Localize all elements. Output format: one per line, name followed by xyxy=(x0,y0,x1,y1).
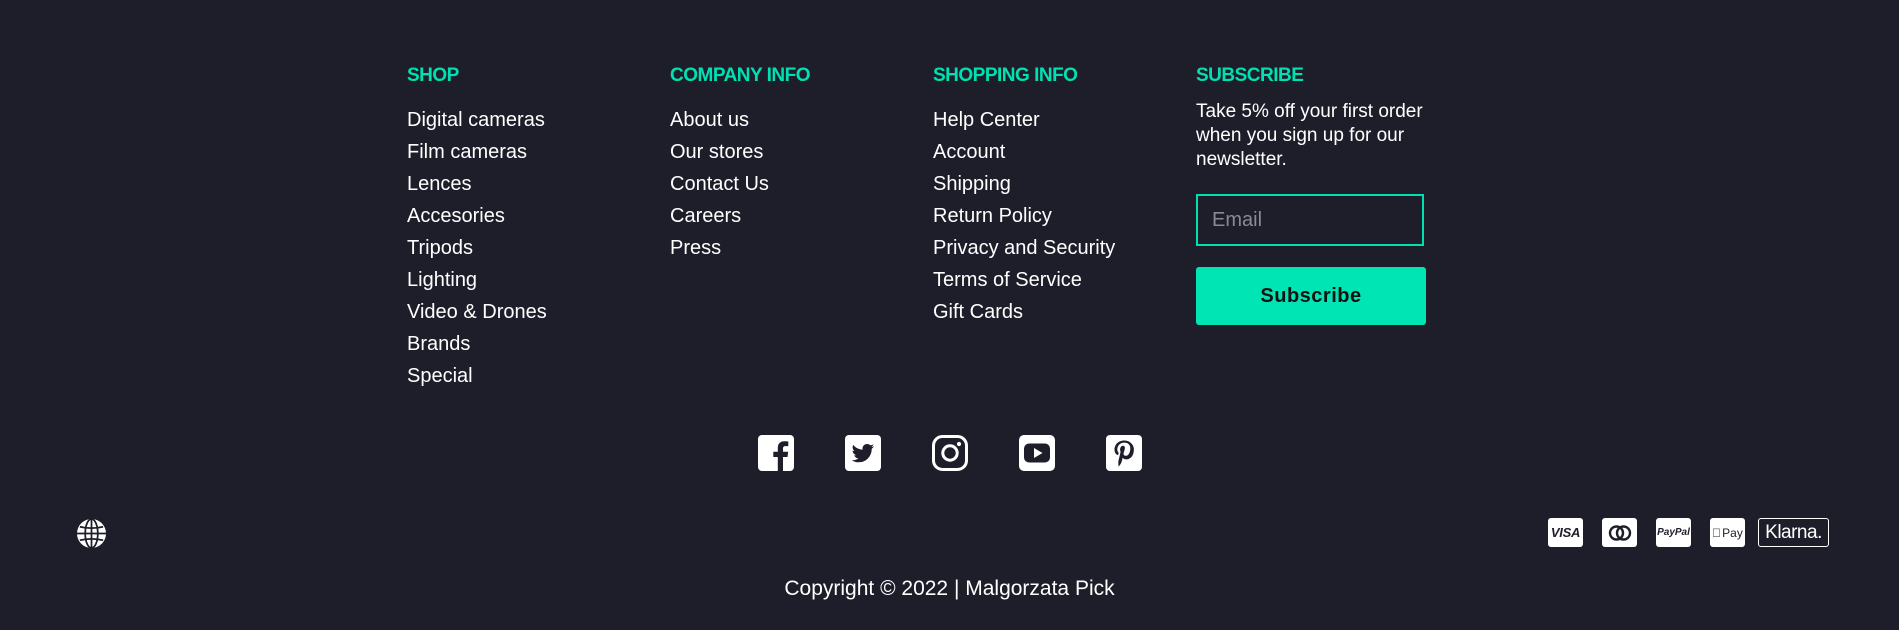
link-careers[interactable]: Careers xyxy=(670,200,810,232)
shopping-info-links: Help Center Account Shipping Return Poli… xyxy=(933,104,1115,328)
apple-glyph:  xyxy=(1712,526,1721,540)
column-title-shopping-info: SHOPPING INFO xyxy=(933,65,1078,86)
link-tripods[interactable]: Tripods xyxy=(407,232,547,264)
apple-pay-label: Pay xyxy=(1717,525,1743,540)
company-links: About us Our stores Contact Us Careers P… xyxy=(670,104,810,264)
copyright: Copyright © 2022 | Malgorzata Pick xyxy=(784,577,1115,600)
mastercard-circles-icon xyxy=(1608,524,1631,541)
footer-column-company-info: COMPANY INFO About us Our stores Contact… xyxy=(670,64,811,264)
link-shipping[interactable]: Shipping xyxy=(933,168,1115,200)
link-video-drones[interactable]: Video & Drones xyxy=(407,296,547,328)
shop-links: Digital cameras Film cameras Lences Acce… xyxy=(407,104,547,392)
subscribe-button[interactable]: Subscribe xyxy=(1196,267,1426,325)
mastercard-icon xyxy=(1602,518,1637,547)
link-special[interactable]: Special xyxy=(407,360,547,392)
footer-column-shopping-info: SHOPPING INFO Help Center Account Shippi… xyxy=(933,64,1115,328)
paypal-icon: PayPal xyxy=(1656,518,1691,547)
link-account[interactable]: Account xyxy=(933,136,1115,168)
link-gift-cards[interactable]: Gift Cards xyxy=(933,296,1115,328)
globe-icon[interactable] xyxy=(76,518,107,549)
column-title-subscribe: SUBSCRIBE xyxy=(1196,65,1304,86)
instagram-icon[interactable] xyxy=(932,435,968,471)
email-input[interactable] xyxy=(1196,194,1424,246)
payment-methods: VISA PayPal Pay Klarna. xyxy=(1548,518,1830,547)
link-terms-of-service[interactable]: Terms of Service xyxy=(933,264,1115,296)
link-digital-cameras[interactable]: Digital cameras xyxy=(407,104,547,136)
pinterest-icon[interactable] xyxy=(1106,435,1142,471)
link-privacy-security[interactable]: Privacy and Security xyxy=(933,232,1115,264)
link-accesories[interactable]: Accesories xyxy=(407,200,547,232)
link-contact-us[interactable]: Contact Us xyxy=(670,168,810,200)
column-title-shop: SHOP xyxy=(407,65,459,86)
link-lighting[interactable]: Lighting xyxy=(407,264,547,296)
footer-column-shop: SHOP Digital cameras Film cameras Lences… xyxy=(407,64,547,392)
link-press[interactable]: Press xyxy=(670,232,810,264)
link-our-stores[interactable]: Our stores xyxy=(670,136,810,168)
youtube-icon[interactable] xyxy=(1019,435,1055,471)
apple-pay-icon: Pay xyxy=(1710,518,1745,547)
visa-icon: VISA xyxy=(1548,518,1583,547)
twitter-icon[interactable] xyxy=(845,435,881,471)
link-lences[interactable]: Lences xyxy=(407,168,547,200)
klarna-icon: Klarna. xyxy=(1758,518,1829,547)
footer-column-subscribe: SUBSCRIBE Take 5% off your first order w… xyxy=(1196,64,1426,172)
link-film-cameras[interactable]: Film cameras xyxy=(407,136,547,168)
link-help-center[interactable]: Help Center xyxy=(933,104,1115,136)
link-about-us[interactable]: About us xyxy=(670,104,810,136)
subscribe-description: Take 5% off your first order when you si… xyxy=(1196,101,1423,170)
facebook-icon[interactable] xyxy=(758,435,794,471)
link-brands[interactable]: Brands xyxy=(407,328,547,360)
link-return-policy[interactable]: Return Policy xyxy=(933,200,1115,232)
column-title-company-info: COMPANY INFO xyxy=(670,65,811,86)
